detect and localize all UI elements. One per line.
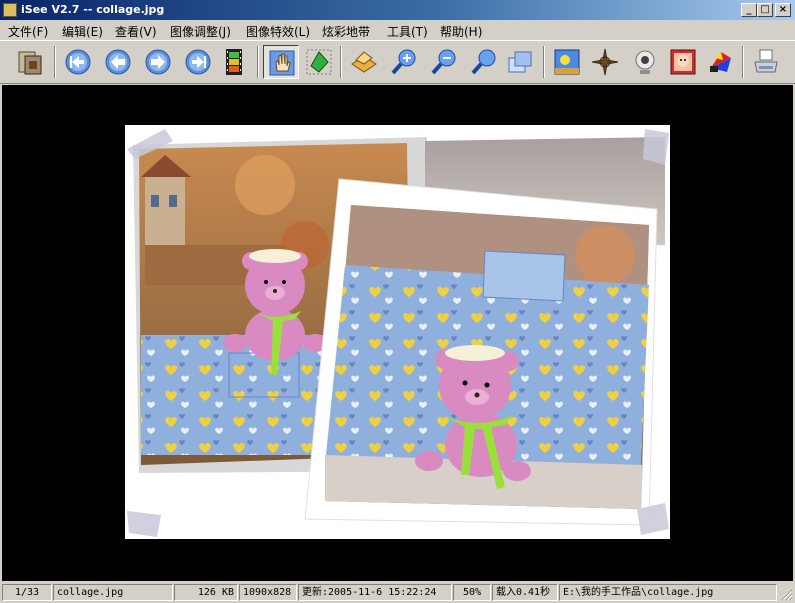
status-filesize: 126 KB: [174, 584, 238, 601]
menu-tools[interactable]: 工具(T): [387, 23, 428, 40]
previous-image-button[interactable]: [100, 45, 136, 79]
tape-strip: [127, 511, 161, 537]
batch-process-button[interactable]: [346, 45, 382, 79]
image-viewer[interactable]: [2, 85, 793, 581]
isee-window: iSee V2.7 -- collage.jpg _ □ × 文件(F) 编辑(…: [0, 0, 795, 603]
first-image-button[interactable]: [60, 45, 96, 79]
zoom-in-icon: [391, 49, 416, 75]
toolbar-separator: [742, 46, 744, 78]
status-filename: collage.jpg: [53, 584, 173, 601]
wallpaper-button[interactable]: [549, 45, 585, 79]
status-load-time: 载入0.41秒: [492, 584, 558, 601]
fullscreen-button[interactable]: [502, 45, 538, 79]
displayed-image[interactable]: [125, 125, 670, 539]
zoom-out-button[interactable]: [426, 45, 462, 79]
toolbar-separator: [543, 46, 545, 78]
toolbar: [0, 40, 795, 84]
toolbar-separator: [54, 46, 56, 78]
slideshow-button[interactable]: [216, 45, 252, 79]
right-photo: [304, 178, 658, 526]
minimize-button[interactable]: _: [741, 3, 757, 17]
print-icon: [754, 49, 778, 73]
color-effects-button[interactable]: [703, 45, 739, 79]
wallpaper-icon: [554, 49, 580, 75]
first-image-icon: [65, 49, 91, 75]
status-dimensions: 1090x828: [239, 584, 297, 601]
photo-frame-button[interactable]: [665, 45, 701, 79]
maximize-button[interactable]: □: [757, 3, 773, 17]
batch-process-icon: [351, 51, 377, 73]
menu-edit[interactable]: 编辑(E): [62, 23, 103, 40]
zoom-in-button[interactable]: [386, 45, 422, 79]
color-effects-icon: [710, 52, 731, 72]
app-icon: [3, 3, 17, 17]
menu-help[interactable]: 帮助(H): [440, 23, 482, 40]
zoom-fit-button[interactable]: [466, 45, 502, 79]
resize-grip-icon[interactable]: [781, 589, 793, 601]
webcam-button[interactable]: [627, 45, 663, 79]
last-image-button[interactable]: [180, 45, 216, 79]
status-modified: 更新:2005-11-6 15:22:24: [298, 584, 452, 601]
photo-frame-icon: [670, 49, 696, 75]
compass-icon: [591, 48, 619, 76]
status-zoom: 50%: [453, 584, 491, 601]
status-path: E:\我的手工作品\collage.jpg: [559, 584, 777, 601]
next-image-button[interactable]: [140, 45, 176, 79]
menu-view[interactable]: 查看(V): [115, 23, 157, 40]
menu-adjust[interactable]: 图像调整(J): [170, 23, 231, 40]
toolbar-separator: [340, 46, 342, 78]
webcam-icon: [635, 50, 655, 74]
menu-file[interactable]: 文件(F): [8, 23, 48, 40]
status-bar: 1/33 collage.jpg 126 KB 1090x828 更新:2005…: [0, 582, 795, 603]
hand-pan-button[interactable]: [263, 45, 299, 79]
tape-strip: [643, 129, 669, 165]
menu-effects[interactable]: 图像特效(L): [246, 23, 310, 40]
menu-color-zone[interactable]: 炫彩地带: [322, 23, 370, 40]
status-index: 1/33: [2, 584, 52, 601]
select-crop-button[interactable]: [301, 45, 337, 79]
zoom-out-icon: [431, 49, 456, 75]
zoom-fit-icon: [471, 49, 496, 75]
slideshow-film-icon: [226, 49, 242, 75]
select-crop-icon: [306, 49, 332, 75]
next-image-icon: [145, 49, 171, 75]
previous-image-icon: [105, 49, 131, 75]
close-button[interactable]: ×: [775, 3, 791, 17]
menu-bar: 文件(F) 编辑(E) 查看(V) 图像调整(J) 图像特效(L) 炫彩地带 工…: [0, 20, 795, 40]
compass-button[interactable]: [587, 45, 623, 79]
open-folder-icon: [18, 51, 42, 75]
print-button[interactable]: [748, 45, 784, 79]
title-bar[interactable]: iSee V2.7 -- collage.jpg _ □ ×: [0, 0, 795, 20]
hand-pan-icon: [269, 50, 295, 76]
toolbar-separator: [257, 46, 259, 78]
open-folder-button[interactable]: [12, 45, 48, 79]
last-image-icon: [185, 49, 211, 75]
window-title: iSee V2.7 -- collage.jpg: [21, 3, 165, 16]
fullscreen-icon: [508, 51, 532, 73]
